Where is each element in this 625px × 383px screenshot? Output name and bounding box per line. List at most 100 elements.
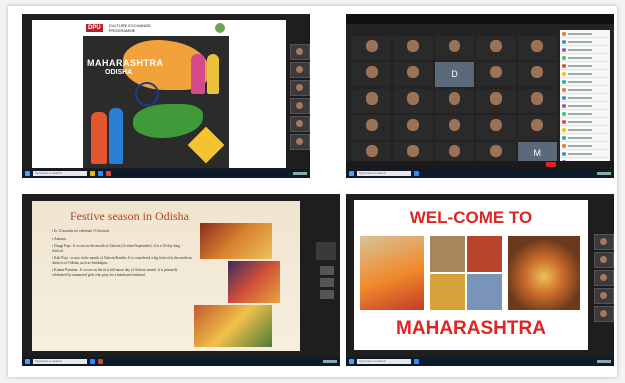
participant-tile[interactable] (517, 62, 557, 87)
slide-bullet: ▪ Kali Puja : occurs in the month of Ash… (52, 256, 192, 265)
app-icon[interactable] (414, 359, 419, 364)
participant-row[interactable] (560, 110, 610, 118)
participant-thumbnail[interactable] (594, 252, 614, 268)
presenter-video[interactable] (316, 242, 336, 260)
participant-row[interactable] (560, 126, 610, 134)
participant-tile[interactable] (434, 115, 475, 140)
app-icon[interactable] (98, 171, 103, 176)
participant-thumbnail[interactable] (594, 234, 614, 250)
app-icon[interactable] (98, 359, 103, 364)
participant-tile[interactable] (393, 62, 433, 87)
festival-image-2 (228, 261, 280, 303)
participant-row[interactable] (560, 102, 610, 110)
participant-row[interactable] (560, 78, 610, 86)
participant-row[interactable] (560, 142, 610, 150)
participant-name (568, 144, 592, 147)
participant-tile[interactable] (393, 36, 433, 61)
video-feed (489, 118, 502, 132)
participant-tile[interactable] (476, 62, 516, 87)
control-icon[interactable] (320, 278, 334, 287)
shared-screen-area: DPU CULTURE EXCHANGE PROGRAMME MAHARASHT… (32, 20, 286, 168)
participant-thumbnail[interactable] (594, 306, 614, 322)
participant-row[interactable] (560, 54, 610, 62)
participant-tile[interactable] (393, 115, 433, 140)
participant-tile[interactable] (517, 36, 557, 61)
avatar (562, 119, 566, 124)
participant-name (568, 32, 592, 35)
participant-tile[interactable] (352, 88, 392, 114)
participant-tile[interactable] (352, 36, 392, 61)
start-icon[interactable] (349, 171, 354, 176)
participant-thumbnail[interactable] (290, 44, 310, 60)
control-icon[interactable] (320, 290, 334, 299)
video-feed (365, 145, 378, 158)
participant-row[interactable] (560, 134, 610, 142)
participant-thumbnail[interactable] (594, 288, 614, 304)
app-icon[interactable] (90, 359, 95, 364)
video-feed (407, 118, 419, 132)
participant-tile[interactable] (476, 115, 516, 140)
slide-bullet: ▪ Kumar Purnima : It occurs on the first… (52, 268, 178, 277)
photo-collage (430, 236, 502, 310)
video-feed (531, 92, 544, 105)
participant-tile[interactable] (434, 88, 475, 114)
taskbar-search[interactable]: Type here to search (357, 359, 411, 364)
app-icon[interactable] (414, 171, 419, 176)
participant-row[interactable] (560, 118, 610, 126)
participant-row[interactable] (560, 94, 610, 102)
avatar (562, 151, 566, 156)
participant-row[interactable] (560, 62, 610, 70)
participant-tile[interactable]: D (434, 62, 475, 87)
app-icon[interactable] (106, 171, 111, 176)
state-title-1: MAHARASHTRA (87, 58, 164, 68)
video-feed (448, 39, 461, 52)
taskbar-search[interactable]: Type here to search (33, 171, 87, 176)
participant-tile[interactable] (393, 88, 433, 114)
participant-row[interactable] (560, 38, 610, 46)
video-feed (407, 66, 419, 79)
control-icon[interactable] (320, 266, 334, 275)
screenshot-bottom-right: WEL-COME TO MAHARASHTRA Type here to sea… (346, 194, 614, 366)
slide: Festive season in Odisha ▪ In 12 months … (32, 201, 300, 351)
taskbar-search[interactable]: Type here to search (33, 359, 87, 364)
participant-tile[interactable] (476, 88, 516, 114)
participant-thumbnail[interactable] (290, 134, 310, 150)
participant-thumbnail[interactable] (594, 270, 614, 286)
participant-row[interactable] (560, 86, 610, 94)
festival-image-1 (200, 223, 272, 259)
participant-name (568, 96, 592, 99)
video-feed (365, 66, 378, 79)
participant-tile[interactable] (352, 115, 392, 140)
participant-row[interactable] (560, 70, 610, 78)
photo-couple (360, 236, 424, 310)
participant-name (568, 80, 592, 83)
taskbar-search[interactable]: Type here to search (357, 171, 411, 176)
participant-row[interactable] (560, 30, 610, 38)
participant-tile[interactable] (517, 115, 557, 140)
participant-thumbnail[interactable] (290, 116, 310, 132)
slide-bullet: ▪ In 12 months we celebrate 13 festivals (52, 229, 110, 233)
start-icon[interactable] (349, 359, 354, 364)
diamond-badge (187, 126, 225, 164)
zoom-top-bar (346, 14, 614, 24)
participant-row[interactable] (560, 150, 610, 158)
participant-tile[interactable] (434, 36, 475, 61)
participant-thumbnail[interactable] (290, 98, 310, 114)
avatar (562, 47, 566, 52)
video-feed (531, 39, 544, 52)
participant-tile[interactable] (517, 88, 557, 114)
end-button[interactable] (546, 162, 556, 167)
start-icon[interactable] (25, 171, 30, 176)
participant-tile[interactable] (352, 62, 392, 87)
participant-row[interactable] (560, 46, 610, 54)
participant-thumbnail[interactable] (290, 80, 310, 96)
app-icon[interactable] (90, 171, 95, 176)
festival-image-3 (194, 305, 272, 347)
clock (293, 172, 307, 175)
participant-thumbnail[interactable] (290, 62, 310, 78)
slide-bullets: ▪ In 12 months we celebrate 13 festivals… (52, 229, 192, 280)
participant-tile[interactable] (476, 36, 516, 61)
screenshot-top-right: DM Type here to search (346, 14, 614, 178)
clock (323, 360, 337, 363)
start-icon[interactable] (25, 359, 30, 364)
